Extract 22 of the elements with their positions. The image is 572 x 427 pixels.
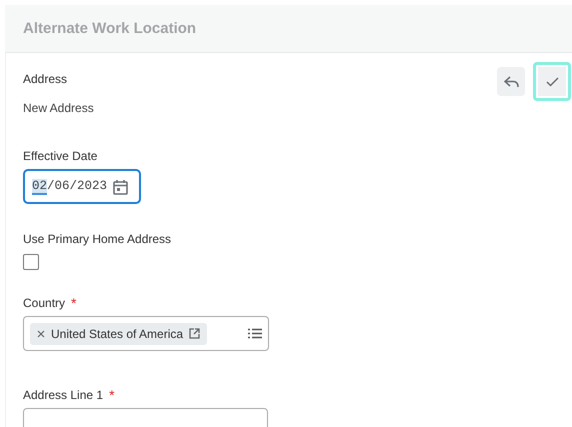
country-field[interactable]: United States of America (23, 316, 269, 351)
check-icon (546, 76, 558, 86)
calendar-icon[interactable] (113, 178, 128, 194)
field-label: Address (23, 72, 68, 86)
external-link-icon[interactable] (189, 328, 200, 339)
list-icon[interactable] (248, 328, 262, 339)
date-text: /06/2023 (47, 178, 108, 194)
page-title: Alternate Work Location (23, 20, 196, 37)
address-value: New Address (23, 101, 95, 115)
field-label: Use Primary Home Address (23, 232, 172, 246)
field-label: Effective Date (23, 148, 98, 162)
undo-icon (504, 76, 518, 88)
date-field[interactable]: 02/06/2023 (23, 169, 141, 204)
required-mark: * (71, 294, 76, 310)
remove-icon[interactable] (37, 330, 45, 338)
required-mark: * (109, 386, 115, 402)
checkbox[interactable] (23, 254, 39, 270)
chip-label: United States of America (51, 326, 184, 340)
field-label: Address Line 1 (23, 388, 104, 402)
undo-button[interactable] (497, 67, 525, 96)
date-text: 02 (32, 178, 48, 194)
field-label: Country (23, 296, 66, 310)
